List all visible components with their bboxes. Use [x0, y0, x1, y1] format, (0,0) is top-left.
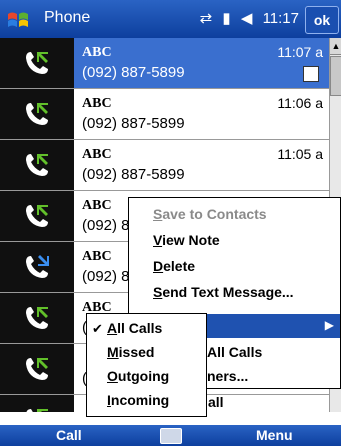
- keyboard-icon[interactable]: [160, 428, 182, 444]
- call-time: 11:07 a: [277, 44, 323, 60]
- call-softkey[interactable]: Call: [56, 427, 82, 443]
- call-direction-cell: [0, 38, 74, 88]
- call-direction-cell: [0, 89, 74, 139]
- connectivity-icon[interactable]: ⇄: [200, 10, 213, 27]
- caller-number: (092) 887-5899: [82, 64, 185, 81]
- incoming-call-icon: [26, 103, 48, 125]
- caller-number: (092) 887-5899: [82, 115, 185, 132]
- call-row[interactable]: ABC (092) 887-5899 11:07 a: [0, 38, 329, 89]
- incoming-call-icon: [26, 154, 48, 176]
- menu-item-partial-all-calls[interactable]: All Calls: [207, 344, 262, 360]
- filter-outgoing[interactable]: Outgoing: [107, 368, 169, 384]
- filter-missed[interactable]: Missed: [107, 344, 154, 360]
- volume-icon[interactable]: ◀: [241, 10, 253, 27]
- menu-item-send-text-message[interactable]: Send Text Message...: [153, 284, 294, 300]
- menu-item-partial-others[interactable]: ners...: [207, 368, 248, 384]
- start-flag-icon[interactable]: [6, 8, 30, 32]
- filter-incoming[interactable]: Incoming: [107, 392, 169, 408]
- call-time: 11:06 a: [277, 95, 323, 111]
- menu-item-view-note[interactable]: View Note: [153, 232, 220, 248]
- call-direction-cell: [0, 395, 74, 412]
- incoming-call-icon: [26, 358, 48, 380]
- caller-name: ABC: [82, 147, 112, 162]
- call-direction-cell: [0, 293, 74, 343]
- scroll-thumb[interactable]: [330, 56, 341, 96]
- signal-icon[interactable]: ▮: [222, 10, 230, 27]
- incoming-call-icon: [26, 52, 48, 74]
- caller-name: ABC: [82, 96, 112, 111]
- clock[interactable]: 11:17: [263, 10, 299, 27]
- menu-item-partial-call[interactable]: all: [208, 394, 224, 410]
- call-time: 11:05 a: [277, 146, 323, 162]
- call-row[interactable]: ABC (092) 887-5899 11:06 a: [0, 89, 329, 140]
- note-icon: [303, 66, 319, 82]
- incoming-call-icon: [26, 409, 48, 412]
- filter-submenu: ✔ All Calls Missed Outgoing Incoming: [86, 313, 207, 417]
- incoming-call-icon: [26, 205, 48, 227]
- caller-number: (092) 8: [82, 217, 130, 234]
- checkmark-icon: ✔: [92, 321, 103, 336]
- title-bar: Phone ⇄ ▮ ◀ 11:17 ok: [0, 0, 341, 38]
- menu-item-delete[interactable]: Delete: [153, 258, 195, 274]
- call-direction-cell: [0, 140, 74, 190]
- scroll-up-icon[interactable]: ▲: [330, 38, 341, 55]
- ok-button[interactable]: ok: [305, 6, 339, 34]
- call-direction-cell: [0, 191, 74, 241]
- menu-softkey[interactable]: Menu: [256, 427, 293, 443]
- status-area[interactable]: ⇄ ▮ ◀ 11:17: [194, 9, 299, 27]
- incoming-call-icon: [26, 307, 48, 329]
- filter-all-calls[interactable]: All Calls: [107, 320, 162, 336]
- call-row[interactable]: ABC (092) 887-5899 11:05 a: [0, 140, 329, 191]
- call-direction-cell: [0, 242, 74, 292]
- submenu-arrow-icon: ▶: [324, 318, 334, 332]
- menu-item-save-to-contacts: Save to Contacts: [153, 206, 267, 222]
- app-title: Phone: [44, 9, 91, 26]
- caller-number: (092) 887-5899: [82, 166, 185, 183]
- caller-name: ABC: [82, 198, 112, 213]
- caller-name: ABC: [82, 249, 112, 264]
- call-direction-cell: [0, 344, 74, 394]
- caller-name: ABC: [82, 45, 112, 60]
- outgoing-call-icon: [26, 255, 49, 278]
- caller-number: (092) 8: [82, 268, 130, 285]
- softkey-bar: Call Menu: [0, 425, 341, 446]
